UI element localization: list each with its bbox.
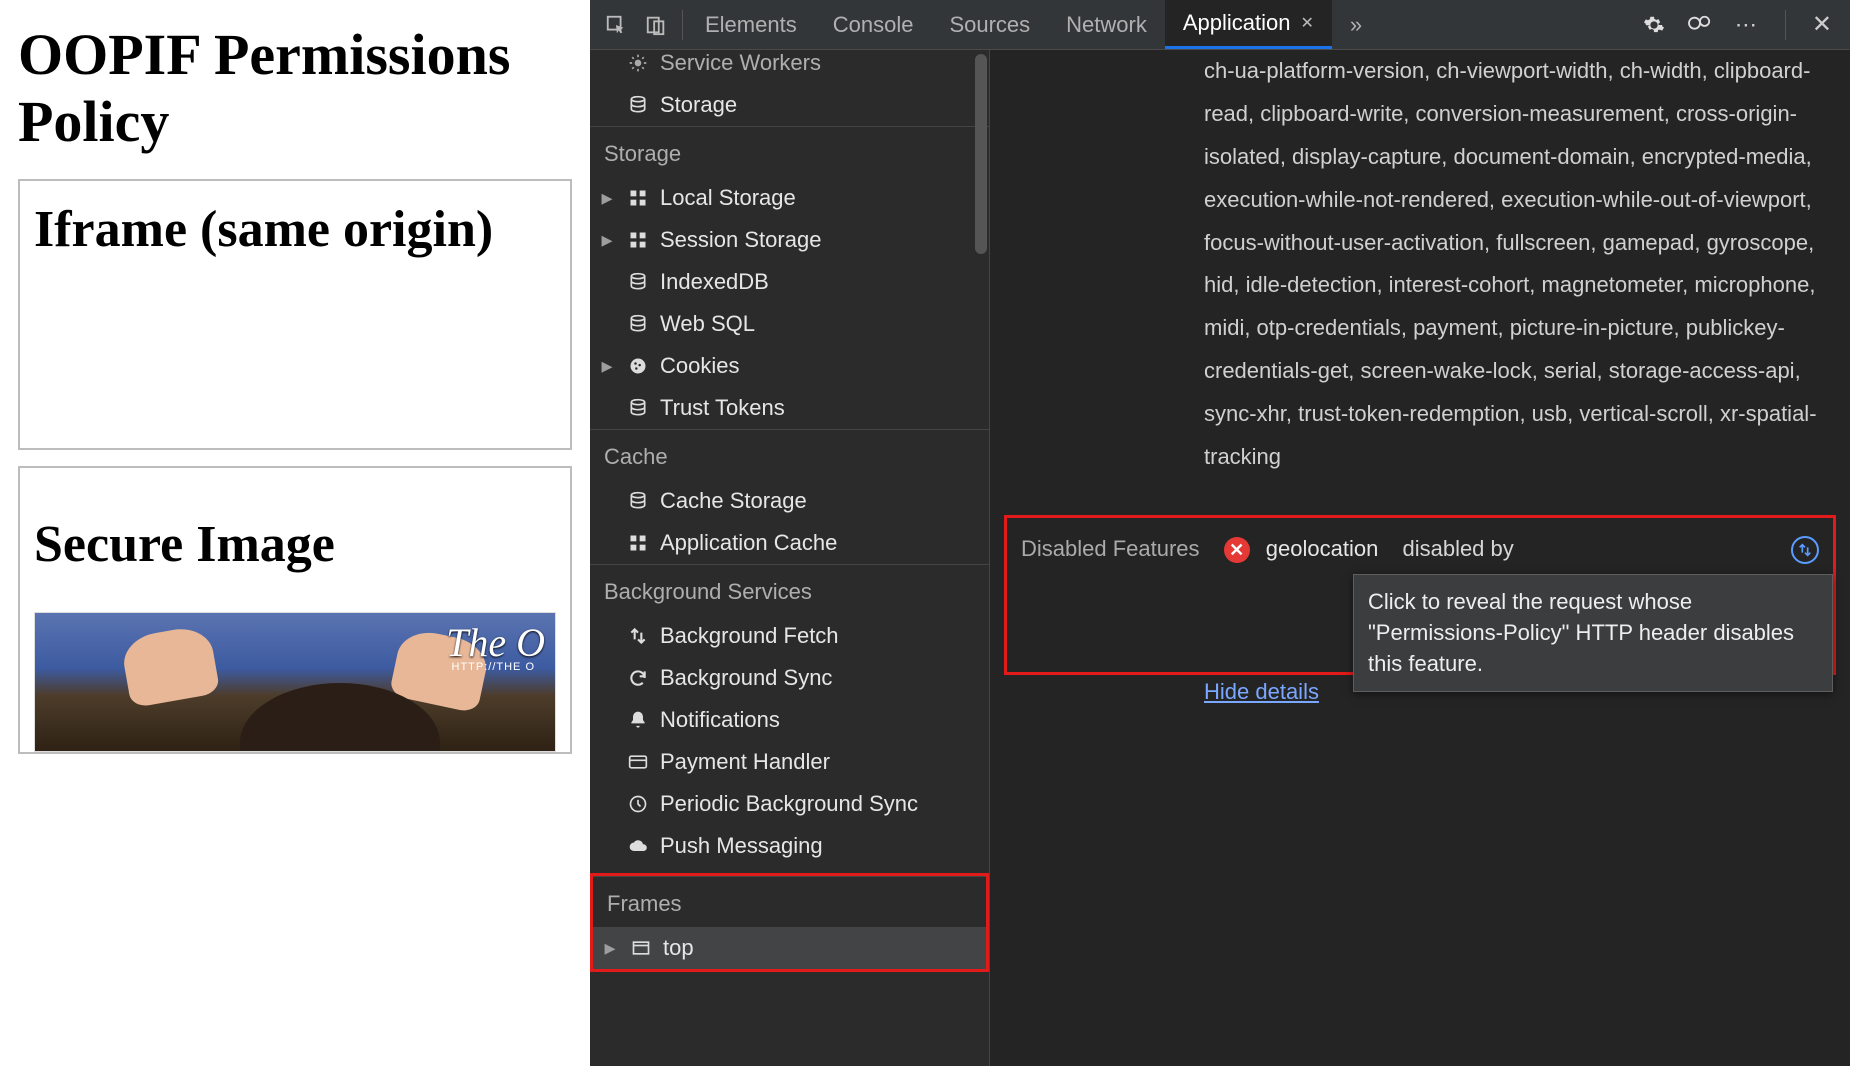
sidebar-item-trust-tokens[interactable]: ▸Trust Tokens bbox=[590, 387, 989, 429]
section-background-services: Background Services bbox=[590, 564, 989, 615]
sidebar-item-label: Cache Storage bbox=[660, 488, 807, 514]
sidebar-item-label: Service Workers bbox=[660, 50, 821, 76]
sidebar-item-application-cache[interactable]: ▸Application Cache bbox=[590, 522, 989, 564]
tab-sources[interactable]: Sources bbox=[931, 0, 1048, 49]
sidebar-item-label: top bbox=[663, 935, 694, 961]
chevron-right-icon[interactable]: ▸ bbox=[598, 227, 616, 253]
devtools-panel: Elements Console Sources Network Applica… bbox=[590, 0, 1850, 1066]
sidebar-item-label: IndexedDB bbox=[660, 269, 769, 295]
updown-icon bbox=[626, 624, 650, 648]
secure-heading: Secure Image bbox=[34, 514, 556, 576]
section-cache: Cache bbox=[590, 429, 989, 480]
disabled-features-label: Disabled Features bbox=[1021, 536, 1200, 561]
reveal-tooltip: Click to reveal the request whose "Permi… bbox=[1353, 574, 1833, 692]
sidebar-item-service-workers[interactable]: ▸ Service Workers bbox=[590, 50, 989, 84]
tab-console[interactable]: Console bbox=[815, 0, 932, 49]
frame-detail-pane[interactable]: ch-ua-platform-version, ch-viewport-widt… bbox=[990, 50, 1850, 1066]
close-icon[interactable]: ✕ bbox=[1300, 13, 1313, 33]
page-title: OOPIF Permissions Policy bbox=[18, 22, 572, 155]
rendered-page: OOPIF Permissions Policy Iframe (same or… bbox=[0, 0, 590, 1066]
gear-icon bbox=[626, 51, 650, 75]
disabled-by-text: disabled by bbox=[1402, 536, 1513, 561]
disabled-features-row: Disabled Features ✕ geolocation disabled… bbox=[1004, 515, 1836, 675]
sidebar-item-cookies[interactable]: ▸ Cookies bbox=[590, 345, 989, 387]
sidebar-item-label: Periodic Background Sync bbox=[660, 791, 918, 817]
sidebar-item-web-sql[interactable]: ▸Web SQL bbox=[590, 303, 989, 345]
section-frames: Frames bbox=[593, 876, 986, 927]
device-toggle-icon[interactable] bbox=[638, 7, 674, 43]
sidebar-item-frame-top[interactable]: ▸ top bbox=[593, 927, 986, 969]
tab-network[interactable]: Network bbox=[1048, 0, 1165, 49]
secure-image-frame: Secure Image The O HTTP://THE O bbox=[18, 466, 572, 754]
sidebar-item-cache-storage[interactable]: ▸Cache Storage bbox=[590, 480, 989, 522]
sidebar-item-local-storage[interactable]: ▸ Local Storage bbox=[590, 177, 989, 219]
disabled-feature-name: geolocation bbox=[1266, 536, 1379, 561]
tab-elements[interactable]: Elements bbox=[687, 0, 815, 49]
sidebar-item-label: Session Storage bbox=[660, 227, 821, 253]
gear-icon[interactable] bbox=[1643, 14, 1665, 36]
sidebar-item-background-sync[interactable]: ▸Background Sync bbox=[590, 657, 989, 699]
devtools-tabstrip: Elements Console Sources Network Applica… bbox=[590, 0, 1850, 50]
secure-image: The O HTTP://THE O bbox=[34, 612, 556, 752]
grid-icon bbox=[626, 186, 650, 210]
frames-highlight: Frames ▸ top bbox=[590, 873, 989, 972]
sidebar-item-label: Cookies bbox=[660, 353, 739, 379]
grid-icon bbox=[626, 531, 650, 555]
close-devtools-icon[interactable]: ✕ bbox=[1812, 10, 1832, 39]
sidebar-item-label: Local Storage bbox=[660, 185, 796, 211]
application-sidebar[interactable]: ▸ Service Workers ▸ Storage Storage ▸ Loc… bbox=[590, 50, 990, 1066]
error-icon: ✕ bbox=[1224, 537, 1250, 563]
clock-icon bbox=[626, 792, 650, 816]
kebab-icon[interactable]: ⋯ bbox=[1735, 12, 1759, 38]
sidebar-item-storage-app[interactable]: ▸ Storage bbox=[590, 84, 989, 126]
tab-application[interactable]: Application ✕ bbox=[1165, 0, 1332, 49]
sidebar-item-payment-handler[interactable]: ▸Payment Handler bbox=[590, 741, 989, 783]
sidebar-item-indexeddb[interactable]: ▸IndexedDB bbox=[590, 261, 989, 303]
iframe-heading: Iframe (same origin) bbox=[34, 199, 556, 261]
bell-icon bbox=[626, 708, 650, 732]
sidebar-item-session-storage[interactable]: ▸ Session Storage bbox=[590, 219, 989, 261]
cloud-icon bbox=[626, 834, 650, 858]
db-icon bbox=[626, 270, 650, 294]
db-icon bbox=[626, 396, 650, 420]
scrollbar-thumb[interactable] bbox=[975, 54, 987, 254]
chevron-right-icon[interactable]: ▸ bbox=[598, 185, 616, 211]
more-tabs[interactable]: » bbox=[1332, 0, 1380, 49]
iframe-same-origin: Iframe (same origin) bbox=[18, 179, 572, 449]
db-icon bbox=[626, 489, 650, 513]
allowed-features-list: ch-ua-platform-version, ch-viewport-widt… bbox=[1004, 50, 1836, 479]
sidebar-item-push-messaging[interactable]: ▸Push Messaging bbox=[590, 825, 989, 867]
sidebar-item-label: Payment Handler bbox=[660, 749, 830, 775]
feedback-icon[interactable] bbox=[1687, 14, 1713, 36]
sidebar-item-notifications[interactable]: ▸Notifications bbox=[590, 699, 989, 741]
inspect-icon[interactable] bbox=[598, 7, 634, 43]
sidebar-item-background-fetch[interactable]: ▸Background Fetch bbox=[590, 615, 989, 657]
chevron-right-icon[interactable]: ▸ bbox=[598, 353, 616, 379]
sidebar-item-label: Background Sync bbox=[660, 665, 832, 691]
sidebar-item-label: Trust Tokens bbox=[660, 395, 785, 421]
sidebar-item-label: Storage bbox=[660, 92, 737, 118]
section-storage: Storage bbox=[590, 126, 989, 177]
sidebar-item-label: Background Fetch bbox=[660, 623, 839, 649]
chevron-right-icon[interactable]: ▸ bbox=[601, 935, 619, 961]
sidebar-item-label: Web SQL bbox=[660, 311, 755, 337]
reveal-network-icon[interactable] bbox=[1791, 536, 1819, 564]
image-overlay-text: The O bbox=[446, 619, 545, 666]
sidebar-item-label: Push Messaging bbox=[660, 833, 823, 859]
sync-icon bbox=[626, 666, 650, 690]
sidebar-item-periodic-background-sync[interactable]: ▸Periodic Background Sync bbox=[590, 783, 989, 825]
sidebar-item-label: Application Cache bbox=[660, 530, 837, 556]
window-icon bbox=[629, 936, 653, 960]
image-overlay-sub: HTTP://THE O bbox=[452, 661, 536, 673]
db-icon bbox=[626, 312, 650, 336]
cookie-icon bbox=[626, 354, 650, 378]
sidebar-item-label: Notifications bbox=[660, 707, 780, 733]
database-icon bbox=[626, 93, 650, 117]
grid-icon bbox=[626, 228, 650, 252]
card-icon bbox=[626, 750, 650, 774]
hide-details-link[interactable]: Hide details bbox=[1204, 679, 1319, 705]
